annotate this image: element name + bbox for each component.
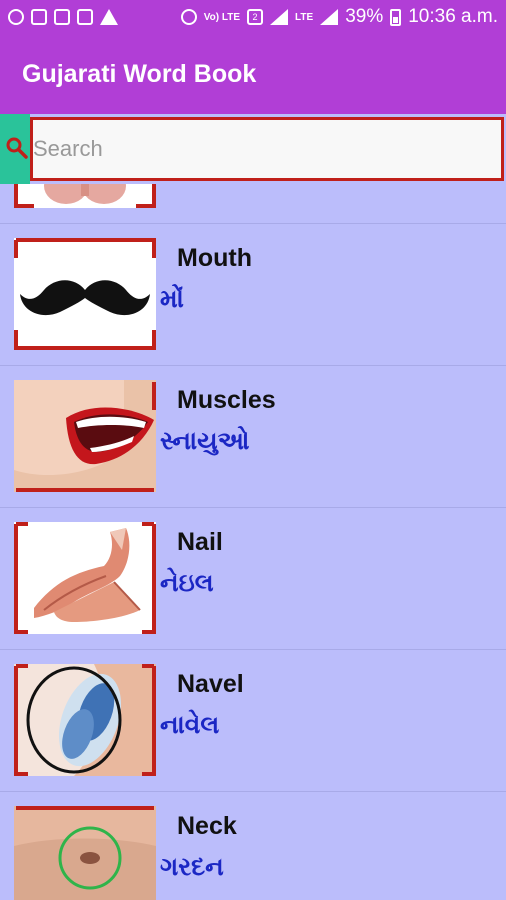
status-notification-icons bbox=[8, 9, 118, 25]
word-gujarati: મોં bbox=[160, 284, 184, 313]
lungs-image bbox=[14, 184, 156, 208]
word-gujarati: સ્નાયુઓ bbox=[160, 426, 250, 455]
network-label: LTE bbox=[295, 11, 314, 23]
battery-icon bbox=[390, 8, 402, 26]
list-item[interactable]: Muscles સ્નાયુઓ bbox=[0, 366, 506, 508]
word-gujarati: નેઇલ bbox=[160, 568, 214, 597]
app-title: Gujarati Word Book bbox=[22, 59, 257, 88]
list-item[interactable]: Neck ગરદન bbox=[0, 792, 506, 900]
mail-notification-icon bbox=[77, 9, 93, 25]
word-english: Muscles bbox=[177, 386, 276, 414]
navel-image bbox=[14, 806, 156, 900]
status-system-icons: Vo) LTE 2 LTE 39% 10:36 a.m. bbox=[180, 6, 498, 28]
arm-muscle-image bbox=[14, 522, 156, 634]
list-item[interactable]: Nail નેઇલ bbox=[0, 508, 506, 650]
app-bar: Gujarati Word Book bbox=[0, 34, 506, 114]
clock: 10:36 a.m. bbox=[408, 6, 498, 27]
signal-2-icon bbox=[320, 9, 339, 25]
warning-icon bbox=[100, 9, 118, 25]
word-gujarati: ગરદન bbox=[160, 852, 224, 881]
word-list[interactable]: Mouth મોં Muscles સ્નાયુઓ Nail નેઇલ Nave… bbox=[0, 184, 506, 900]
gallery-notification-icon bbox=[31, 9, 47, 25]
browser-notification-icon bbox=[54, 9, 70, 25]
sim-badge: 2 bbox=[247, 9, 264, 25]
word-english: Neck bbox=[177, 812, 237, 840]
word-english: Navel bbox=[177, 670, 244, 698]
battery-percent: 39% bbox=[345, 6, 384, 27]
mustache-image bbox=[14, 238, 156, 350]
mouth-image bbox=[14, 380, 156, 492]
word-gujarati: નાવેલ bbox=[160, 710, 220, 739]
list-item[interactable] bbox=[0, 184, 506, 224]
search-box[interactable] bbox=[30, 117, 504, 181]
volte-label: Vo) LTE bbox=[203, 11, 241, 23]
fingernail-image bbox=[14, 664, 156, 776]
signal-icon bbox=[270, 9, 289, 25]
search-bar bbox=[0, 114, 506, 184]
word-english: Mouth bbox=[177, 244, 252, 272]
alarm-icon bbox=[180, 9, 197, 25]
status-bar: Vo) LTE 2 LTE 39% 10:36 a.m. bbox=[0, 0, 506, 34]
list-item[interactable]: Mouth મોં bbox=[0, 224, 506, 366]
word-english: Nail bbox=[177, 528, 223, 556]
list-item[interactable]: Navel નાવેલ bbox=[0, 650, 506, 792]
notification-app-icon bbox=[8, 9, 24, 25]
search-input[interactable] bbox=[33, 120, 501, 178]
search-icon[interactable] bbox=[5, 136, 29, 160]
